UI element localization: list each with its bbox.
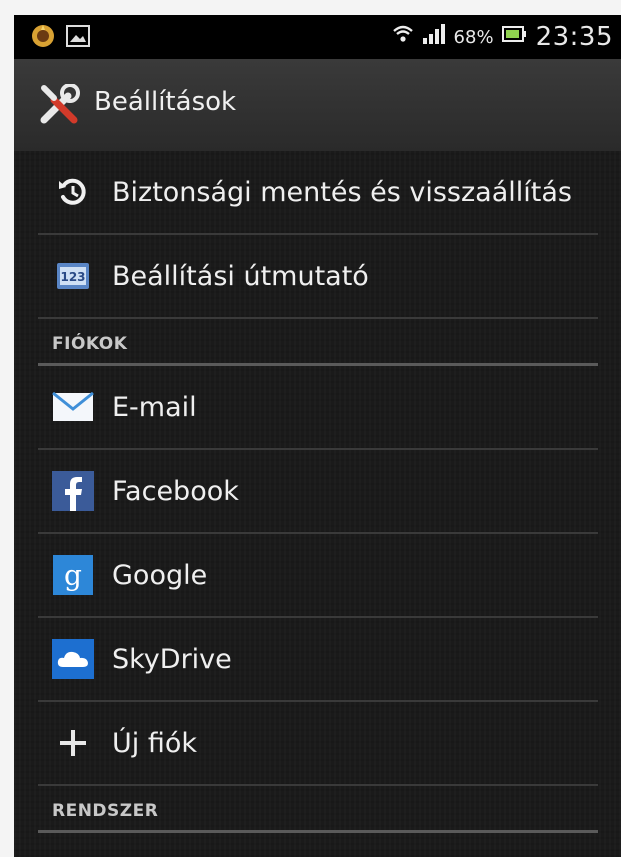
list-item-label: Facebook — [112, 475, 239, 507]
plus-icon — [50, 723, 96, 763]
list-item-facebook[interactable]: Facebook — [38, 450, 598, 534]
svg-text:123: 123 — [60, 270, 85, 284]
notification-app-icon — [30, 23, 56, 53]
wifi-icon — [392, 23, 414, 51]
email-icon — [50, 387, 96, 427]
list-item-label: Google — [112, 559, 208, 591]
page-title: Beállítások — [94, 87, 237, 117]
list-item-add-account[interactable]: Új fiók — [38, 702, 598, 786]
facebook-icon — [50, 471, 96, 511]
section-header-system: RENDSZER — [38, 788, 598, 833]
google-icon: g — [50, 555, 96, 595]
phone-screen: 68% 23:35 Beállítások Biztonsági mentés … — [14, 15, 621, 857]
list-item-skydrive[interactable]: SkyDrive — [38, 618, 598, 702]
settings-list: Biztonsági mentés és visszaállítás 123 B… — [14, 151, 621, 857]
list-item-label: Új fiók — [112, 727, 198, 759]
setup-guide-icon: 123 — [50, 256, 96, 296]
status-bar: 68% 23:35 — [14, 15, 621, 59]
list-item-label: SkyDrive — [112, 643, 232, 675]
list-item-google[interactable]: g Google — [38, 534, 598, 618]
list-item-label: Biztonsági mentés és visszaállítás — [112, 176, 572, 208]
list-item-label: Beállítási útmutató — [112, 260, 369, 292]
tools-icon — [38, 83, 82, 128]
battery-percent: 68% — [453, 26, 494, 48]
list-item-email[interactable]: E-mail — [38, 366, 598, 450]
list-item-setup-guide[interactable]: 123 Beállítási útmutató — [38, 235, 598, 319]
section-header-accounts: FIÓKOK — [38, 321, 598, 366]
skydrive-icon — [50, 639, 96, 679]
notification-image-icon — [66, 25, 90, 51]
battery-icon — [501, 24, 528, 50]
backup-restore-icon — [50, 172, 96, 212]
clock: 23:35 — [535, 22, 613, 52]
action-bar: Beállítások — [14, 59, 621, 151]
list-item-label: E-mail — [112, 391, 197, 423]
list-item-backup-restore[interactable]: Biztonsági mentés és visszaállítás — [38, 151, 598, 235]
signal-icon — [422, 23, 446, 51]
